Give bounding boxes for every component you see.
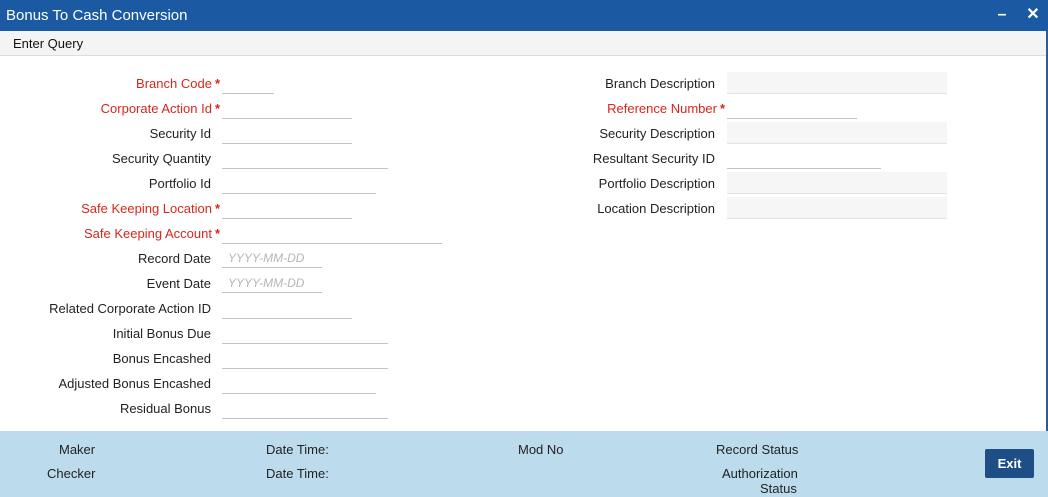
branch-description-field [727, 72, 947, 94]
portfolio-id-label: Portfolio Id [148, 176, 211, 191]
security-description-label: Security Description [599, 126, 715, 141]
residual-bonus-label: Residual Bonus [119, 401, 211, 416]
reference-number-label: Reference Number * [607, 101, 725, 116]
checker-date-time-label: Date Time: [266, 466, 329, 481]
authorization-status-label-line2: Status [760, 481, 797, 496]
record-date-input[interactable] [222, 249, 322, 268]
record-status-label: Record Status [716, 442, 799, 457]
safe-keeping-account-label: Safe Keeping Account * [84, 226, 220, 241]
maker-date-time-label: Date Time: [266, 442, 329, 457]
safe-keeping-location-label: Safe Keeping Location * [81, 201, 220, 216]
residual-bonus-input[interactable] [222, 400, 388, 419]
authorization-status-label-line1: Authorization [722, 466, 798, 481]
location-description-field [727, 197, 947, 219]
corporate-action-id-input[interactable] [222, 100, 352, 119]
window-title-bar: Bonus To Cash Conversion – ✕ [0, 0, 1048, 31]
reference-number-input[interactable] [727, 100, 857, 119]
security-id-label: Security Id [149, 126, 211, 141]
security-quantity-label: Security Quantity [112, 151, 211, 166]
initial-bonus-due-input[interactable] [222, 325, 388, 344]
close-icon[interactable]: ✕ [1023, 5, 1043, 25]
required-marker: * [214, 201, 220, 216]
branch-code-label: Branch Code * [136, 76, 220, 91]
required-marker: * [214, 101, 220, 116]
checker-label: Checker [47, 466, 96, 481]
security-id-input[interactable] [222, 125, 352, 144]
maker-label: Maker [59, 442, 96, 457]
adjusted-bonus-encashed-label: Adjusted Bonus Encashed [58, 376, 212, 391]
related-corporate-action-id-input[interactable] [222, 300, 352, 319]
enter-query-menu[interactable]: Enter Query [13, 36, 83, 51]
mod-no-label: Mod No [518, 442, 564, 457]
required-marker: * [214, 226, 220, 241]
minimize-icon[interactable]: – [992, 5, 1012, 25]
bonus-encashed-label: Bonus Encashed [112, 351, 211, 366]
safe-keeping-location-input[interactable] [222, 200, 352, 219]
window-title: Bonus To Cash Conversion [6, 7, 188, 24]
adjusted-bonus-encashed-input[interactable] [222, 375, 376, 394]
corporate-action-id-label: Corporate Action Id * [100, 101, 220, 116]
security-quantity-input[interactable] [222, 150, 388, 169]
required-marker: * [214, 76, 220, 91]
event-date-input[interactable] [222, 274, 322, 293]
resultant-security-id-label: Resultant Security ID [592, 151, 715, 166]
required-marker: * [719, 101, 725, 116]
portfolio-id-input[interactable] [222, 175, 376, 194]
toolbar: Enter Query [0, 31, 1048, 56]
exit-button[interactable]: Exit [985, 449, 1034, 478]
record-date-label: Record Date [138, 251, 211, 266]
initial-bonus-due-label: Initial Bonus Due [112, 326, 211, 341]
safe-keeping-account-input[interactable] [222, 225, 442, 244]
event-date-label: Event Date [146, 276, 211, 291]
resultant-security-id-input[interactable] [727, 150, 881, 169]
related-corporate-action-id-label: Related Corporate Action ID [49, 301, 211, 316]
branch-code-input[interactable] [222, 75, 274, 94]
location-description-label: Location Description [597, 201, 715, 216]
portfolio-description-field [727, 172, 947, 194]
branch-description-label: Branch Description [605, 76, 715, 91]
audit-footer [0, 431, 1048, 497]
portfolio-description-label: Portfolio Description [598, 176, 715, 191]
security-description-field [727, 122, 947, 144]
bonus-encashed-input[interactable] [222, 350, 388, 369]
